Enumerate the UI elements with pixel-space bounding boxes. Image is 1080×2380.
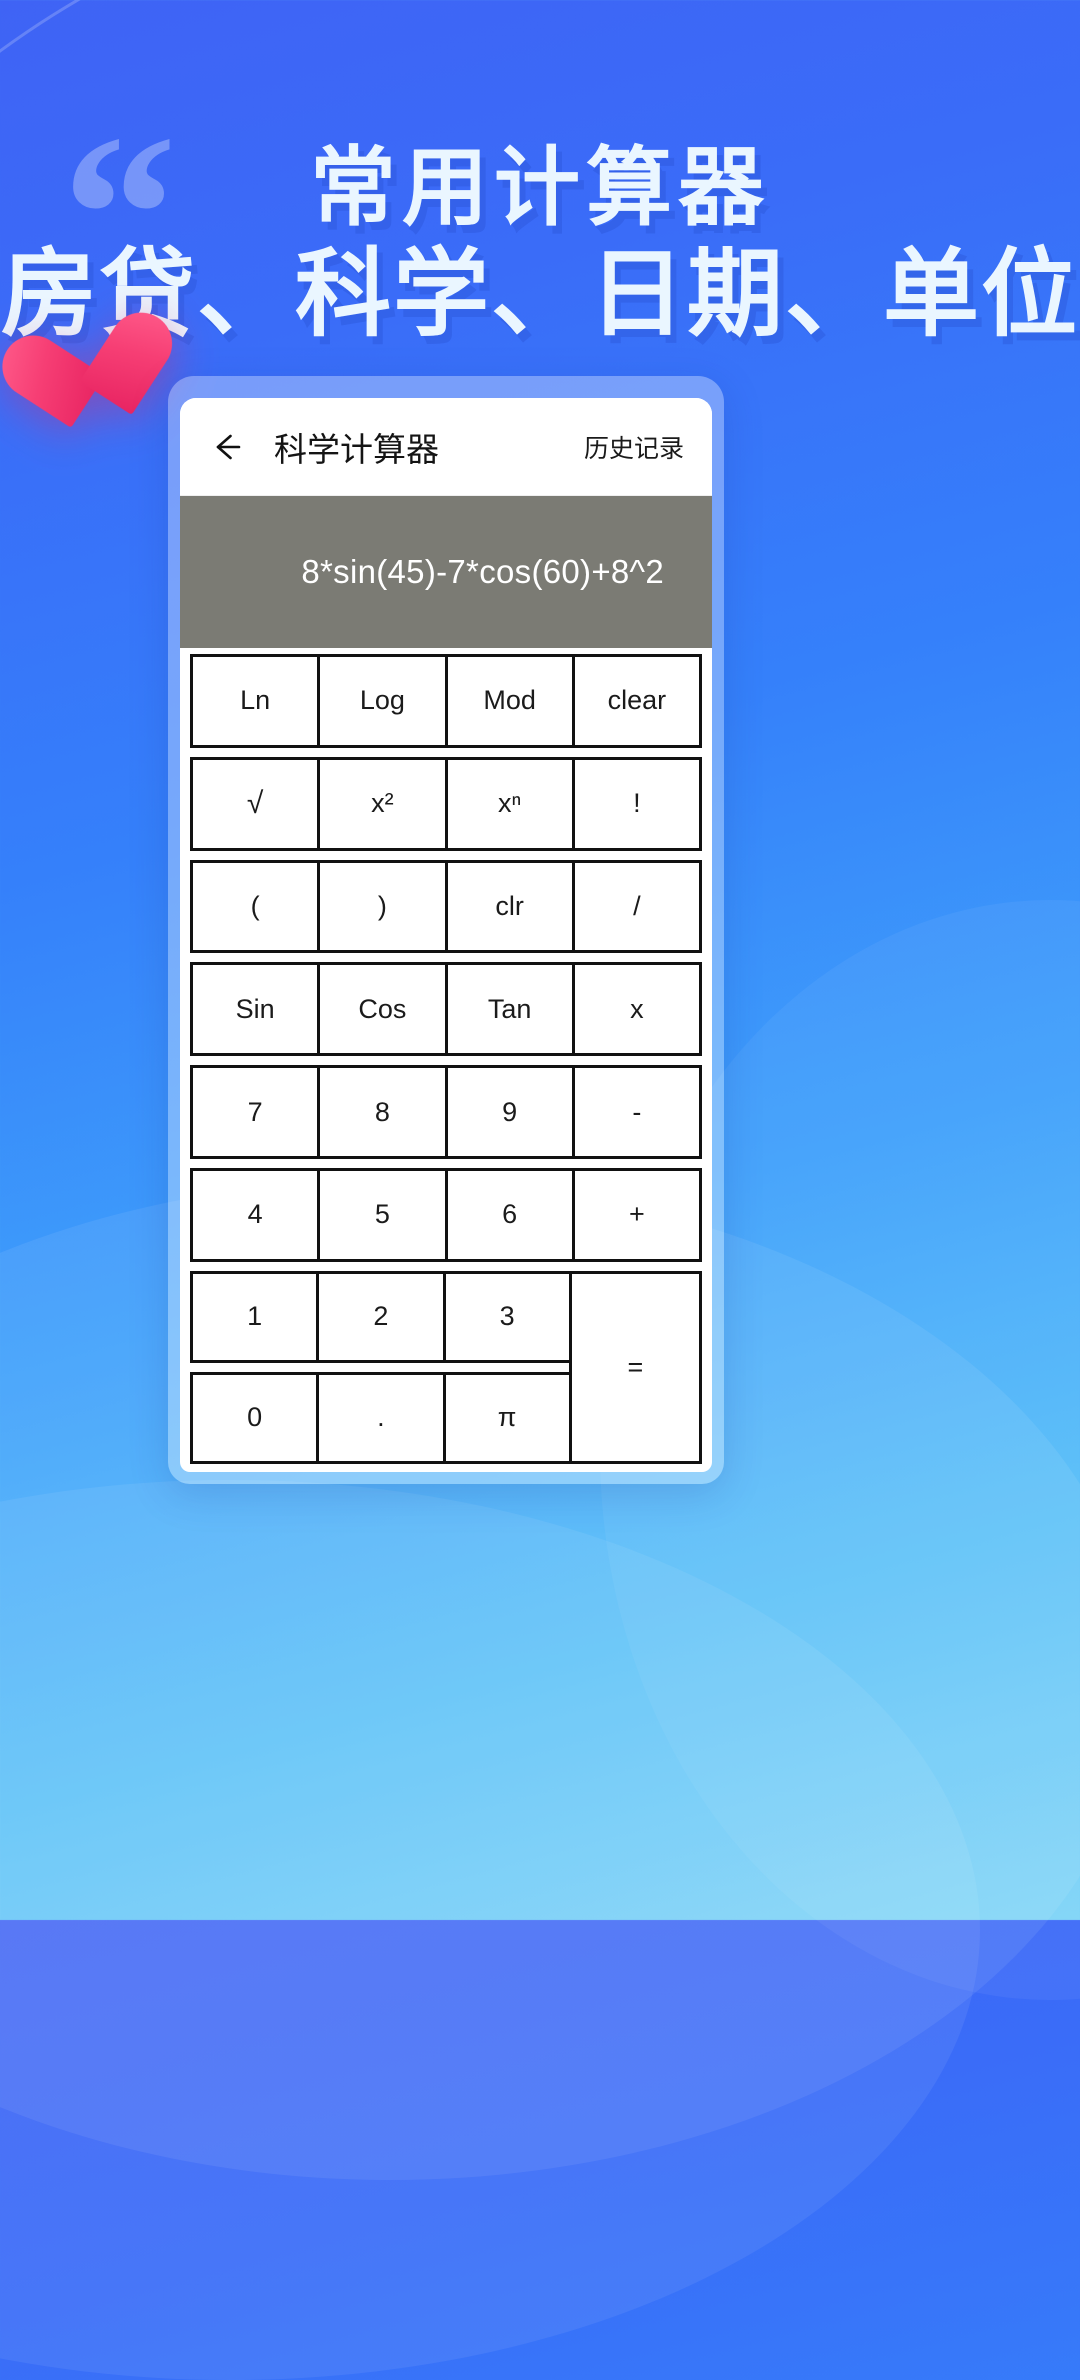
keypad-bottom-block: 1 2 3 0 . π = — [190, 1270, 702, 1464]
background-blob-bottom — [0, 1480, 980, 2380]
key-cos[interactable]: Cos — [317, 962, 448, 1057]
key-equals[interactable]: = — [568, 1270, 702, 1464]
key-7[interactable]: 7 — [190, 1065, 321, 1159]
calculator-display[interactable]: 8*sin(45)-7*cos(60)+8^2 — [180, 496, 712, 648]
key-5[interactable]: 5 — [317, 1167, 448, 1262]
phone-screen: 科学计算器 历史记录 8*sin(45)-7*cos(60)+8^2 Ln Lo… — [180, 398, 712, 1472]
heart-icon — [0, 321, 134, 449]
key-open-paren[interactable]: ( — [190, 859, 321, 954]
keypad-row: 7 8 9 - — [190, 1065, 702, 1159]
key-factorial[interactable]: ! — [571, 756, 702, 851]
keypad-row: 0 . π — [190, 1371, 572, 1464]
keypad-row: ( ) clr / — [190, 859, 702, 954]
key-4[interactable]: 4 — [190, 1167, 321, 1262]
key-ln[interactable]: Ln — [190, 654, 321, 748]
key-clear[interactable]: clear — [571, 654, 702, 748]
phone-frame: 科学计算器 历史记录 8*sin(45)-7*cos(60)+8^2 Ln Lo… — [168, 376, 724, 1484]
history-link[interactable]: 历史记录 — [584, 429, 688, 465]
keypad-row: 1 2 3 — [190, 1270, 572, 1363]
calculator-keypad: Ln Log Mod clear √ x² xⁿ ! ( ) clr / Sin… — [180, 648, 712, 1472]
display-expression: 8*sin(45)-7*cos(60)+8^2 — [301, 553, 664, 590]
promo-headline: 常用计算器 房贷、科学、日期、单位 — [0, 140, 1080, 350]
key-sqrt-label: √ — [246, 786, 264, 820]
back-arrow-icon[interactable] — [204, 425, 248, 469]
key-3[interactable]: 3 — [442, 1270, 572, 1363]
key-multiply[interactable]: x — [571, 962, 702, 1057]
key-clr[interactable]: clr — [444, 859, 575, 954]
key-1[interactable]: 1 — [190, 1270, 320, 1363]
key-sqrt[interactable]: √ — [190, 756, 321, 851]
key-log[interactable]: Log — [317, 654, 448, 748]
key-sin[interactable]: Sin — [190, 962, 321, 1057]
key-divide[interactable]: / — [571, 859, 702, 954]
key-8[interactable]: 8 — [317, 1065, 448, 1159]
key-plus[interactable]: + — [571, 1167, 702, 1262]
key-2[interactable]: 2 — [316, 1270, 446, 1363]
key-9[interactable]: 9 — [444, 1065, 575, 1159]
app-bar: 科学计算器 历史记录 — [180, 398, 712, 496]
key-tan[interactable]: Tan — [444, 962, 575, 1057]
key-pi[interactable]: π — [442, 1371, 572, 1464]
key-6[interactable]: 6 — [444, 1167, 575, 1262]
keypad-bottom-left: 1 2 3 0 . π — [190, 1270, 572, 1464]
key-x-squared[interactable]: x² — [317, 756, 448, 851]
keypad-row: 4 5 6 + — [190, 1167, 702, 1262]
key-x-power-n[interactable]: xⁿ — [444, 756, 575, 851]
keypad-row: Ln Log Mod clear — [190, 654, 702, 748]
promo-headline-line-1: 常用计算器 — [310, 140, 770, 236]
key-minus[interactable]: - — [571, 1065, 702, 1159]
keypad-row: √ x² xⁿ ! — [190, 756, 702, 851]
page-title: 科学计算器 — [274, 430, 439, 468]
key-close-paren[interactable]: ) — [317, 859, 448, 954]
key-mod[interactable]: Mod — [444, 654, 575, 748]
key-decimal-point[interactable]: . — [316, 1371, 446, 1464]
keypad-row: Sin Cos Tan x — [190, 962, 702, 1057]
key-0[interactable]: 0 — [190, 1371, 320, 1464]
